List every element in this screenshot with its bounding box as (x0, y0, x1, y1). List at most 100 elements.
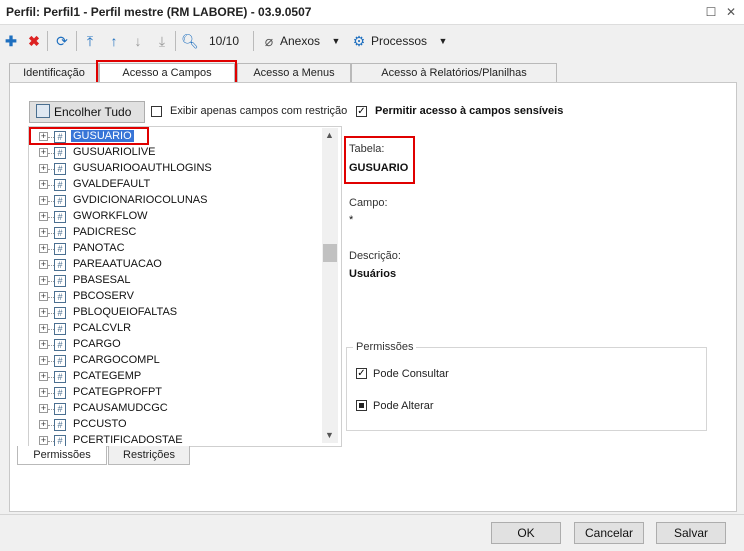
scroll-thumb[interactable] (323, 244, 337, 262)
tree-item[interactable]: + # PAREAATUACAO (29, 257, 319, 273)
first-record-icon[interactable]: ⤒ (82, 32, 98, 50)
permissions-title: Permissões (353, 341, 417, 353)
previous-record-icon[interactable]: ↑ (106, 32, 122, 50)
gear-icon: ⚙ (352, 33, 366, 49)
expand-icon[interactable]: + (39, 180, 48, 189)
tree-item[interactable]: + # PCERTIFICADOSTAE (29, 433, 319, 446)
tree-item[interactable]: + # PBASESAL (29, 273, 319, 289)
scroll-down-icon[interactable]: ▼ (325, 430, 334, 440)
anexos-menu[interactable]: Anexos (280, 32, 326, 50)
expand-icon[interactable]: + (39, 260, 48, 269)
refresh-icon[interactable]: ⟳ (54, 32, 70, 50)
tree-item-label: PBCOSERV (73, 290, 134, 302)
tree-item-label: PCCUSTO (73, 418, 127, 430)
record-counter: 10/10 (208, 34, 240, 48)
tree-item[interactable]: + # PCATEGEMP (29, 369, 319, 385)
expand-icon[interactable]: + (39, 420, 48, 429)
table-icon: # (54, 195, 66, 207)
tree-item[interactable]: + # PCAUSAMUDCGC (29, 401, 319, 417)
indeterminate-mark (359, 403, 364, 408)
expand-icon[interactable]: + (39, 388, 48, 397)
sensitive-access-checkbox[interactable]: ✓ (356, 106, 367, 117)
tree-item[interactable]: + # PCARGO (29, 337, 319, 353)
expand-icon[interactable]: + (39, 212, 48, 221)
consultar-checkbox[interactable]: ✓ (356, 368, 367, 379)
collapse-all-button[interactable]: Encolher Tudo (29, 101, 145, 123)
close-icon[interactable]: ✕ (722, 3, 740, 21)
expand-icon[interactable]: + (39, 404, 48, 413)
tab-acesso-menus[interactable]: Acesso a Menus (237, 63, 351, 82)
next-record-icon[interactable]: ↓ (130, 32, 146, 50)
tree-item[interactable]: + # PANOTAC (29, 241, 319, 257)
title-bar: Perfil: Perfil1 - Perfil mestre (RM LABO… (0, 0, 744, 25)
expand-icon[interactable]: + (39, 292, 48, 301)
paperclip-icon: ⌀ (264, 33, 274, 49)
expand-icon[interactable]: + (39, 356, 48, 365)
table-icon: # (54, 179, 66, 191)
chevron-down-icon[interactable]: ▼ (438, 32, 448, 50)
tree-item[interactable]: + # GWORKFLOW (29, 209, 319, 225)
permissions-group (346, 347, 707, 431)
tree-item-label: GUSUARIOLIVE (73, 146, 156, 158)
maximize-icon[interactable]: ☐ (702, 3, 720, 21)
table-icon: # (54, 387, 66, 399)
toolbar: ✚ ✖ ⟳ ⤒ ↑ ↓ ⤓ 🔍︎ 10/10 ⌀ Anexos ▼ ⚙ Proc… (0, 25, 744, 55)
delete-icon[interactable]: ✖ (26, 32, 42, 50)
expand-icon[interactable]: + (39, 164, 48, 173)
table-icon: # (54, 339, 66, 351)
tree-item[interactable]: + # PBLOQUEIOFALTAS (29, 305, 319, 321)
tree-item[interactable]: + # GUSUARIOLIVE (29, 145, 319, 161)
tree-item[interactable]: + # PCCUSTO (29, 417, 319, 433)
expand-icon[interactable]: + (39, 228, 48, 237)
last-record-icon[interactable]: ⤓ (154, 32, 170, 50)
tree-scrollbar[interactable]: ▲ ▼ (322, 128, 338, 443)
save-button[interactable]: Salvar (656, 522, 726, 544)
scroll-up-icon[interactable]: ▲ (325, 130, 334, 140)
chevron-down-icon[interactable]: ▼ (331, 32, 341, 50)
table-tree[interactable]: + # GUSUARIO + # GUSUARIOLIVE + # GUSUARIOOAUT… (28, 126, 342, 447)
tree-item[interactable]: + # PBCOSERV (29, 289, 319, 305)
tree-item[interactable]: + # PCALCVLR (29, 321, 319, 337)
expand-icon[interactable]: + (39, 324, 48, 333)
tree-item[interactable]: + # PCATEGPROFPT (29, 385, 319, 401)
tab-restricoes[interactable]: Restrições (108, 446, 190, 465)
expand-icon[interactable]: + (39, 148, 48, 157)
expand-icon[interactable]: + (39, 372, 48, 381)
only-restricted-checkbox[interactable] (151, 106, 162, 117)
tree-item-label: PCATEGEMP (73, 370, 142, 382)
table-icon: # (54, 323, 66, 335)
expand-icon[interactable]: + (39, 276, 48, 285)
tree-item-label: GVDICIONARIOCOLUNAS (73, 194, 208, 206)
tree-item-label: PCERTIFICADOSTAE (73, 434, 183, 446)
table-icon: # (54, 259, 66, 271)
expand-icon[interactable]: + (39, 340, 48, 349)
table-icon: # (54, 211, 66, 223)
expand-icon[interactable]: + (39, 196, 48, 205)
tree-item-label: PADICRESC (73, 226, 137, 238)
tree-item-label: PCARGO (73, 338, 121, 350)
tree-item-label: PCATEGPROFPT (73, 386, 163, 398)
tree-item[interactable]: + # PADICRESC (29, 225, 319, 241)
add-icon[interactable]: ✚ (4, 32, 18, 50)
tab-acesso-relatorios[interactable]: Acesso à Relatórios/Planilhas (351, 63, 557, 82)
ok-button[interactable]: OK (491, 522, 561, 544)
expand-icon[interactable]: + (39, 244, 48, 253)
processos-menu[interactable]: Processos (371, 32, 433, 50)
cancel-button[interactable]: Cancelar (574, 522, 644, 544)
tree-item[interactable]: + # GVDICIONARIOCOLUNAS (29, 193, 319, 209)
tree-item-label: GWORKFLOW (73, 210, 148, 222)
table-icon: # (54, 243, 66, 255)
tab-identificacao[interactable]: Identificação (9, 63, 99, 82)
table-icon: # (54, 307, 66, 319)
expand-icon[interactable]: + (39, 308, 48, 317)
toolbar-separator (175, 31, 176, 51)
tree-item[interactable]: + # GUSUARIOOAUTHLOGINS (29, 161, 319, 177)
tree-item[interactable]: + # GVALDEFAULT (29, 177, 319, 193)
toolbar-separator (253, 31, 254, 51)
alterar-checkbox[interactable] (356, 400, 367, 411)
tree-item-label: GUSUARIOOAUTHLOGINS (73, 162, 212, 174)
expand-icon[interactable]: + (39, 436, 48, 445)
tree-item[interactable]: + # PCARGOCOMPL (29, 353, 319, 369)
tab-permissoes[interactable]: Permissões (17, 446, 107, 465)
search-icon[interactable]: 🔍︎ (181, 32, 199, 50)
